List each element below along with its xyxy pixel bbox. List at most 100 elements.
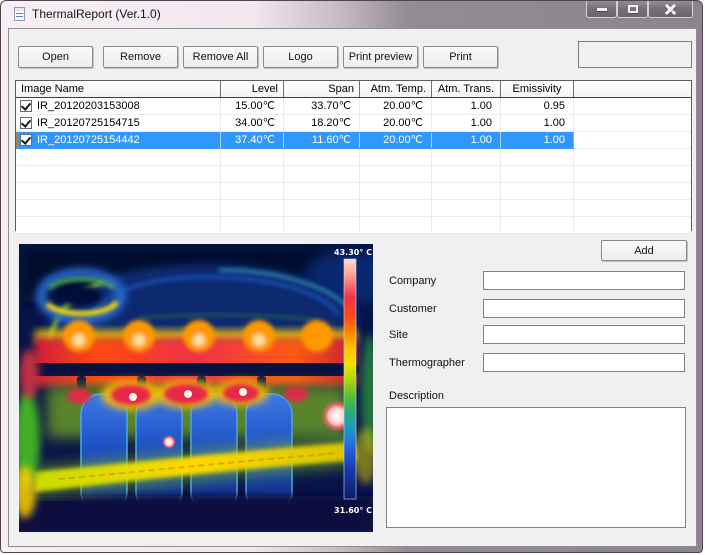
row-filler — [574, 200, 691, 217]
empty-table-row[interactable] — [16, 217, 691, 234]
atm-trans-cell: 1.00 — [432, 115, 501, 132]
client-area: Open Remove Remove All Logo Print previe… — [8, 28, 697, 547]
empty-cell — [501, 217, 574, 234]
site-field[interactable] — [483, 325, 685, 344]
emissivity-cell: 1.00 — [501, 132, 574, 149]
empty-cell — [360, 149, 432, 166]
column-header-level[interactable]: Level — [221, 81, 284, 97]
customer-label: Customer — [389, 303, 437, 315]
app-icon — [14, 7, 25, 21]
empty-row-main — [16, 200, 574, 217]
maximize-button[interactable] — [617, 1, 648, 18]
remove-all-button[interactable]: Remove All — [183, 46, 258, 68]
empty-cell — [221, 200, 284, 217]
column-header-filler — [574, 81, 691, 97]
empty-cell — [221, 217, 284, 234]
column-header-span[interactable]: Span — [284, 81, 360, 97]
column-header-atm-temp[interactable]: Atm. Temp. — [360, 81, 432, 97]
scale-max-label: 43.30° C — [334, 248, 372, 257]
print-preview-button[interactable]: Print preview — [343, 46, 418, 68]
level-cell: 37.40℃ — [221, 132, 284, 149]
atm-temp-cell: 20.00℃ — [360, 132, 432, 149]
empty-cell — [432, 166, 501, 183]
row-filler — [574, 217, 691, 234]
logo-preview-box — [578, 41, 692, 68]
empty-cell — [16, 183, 221, 200]
empty-cell — [501, 200, 574, 217]
row-checkbox[interactable] — [20, 117, 32, 129]
level-cell: 34.00℃ — [221, 115, 284, 132]
span-cell: 33.70℃ — [284, 98, 360, 115]
empty-cell — [284, 200, 360, 217]
empty-cell — [432, 200, 501, 217]
empty-row-main — [16, 217, 574, 234]
span-cell: 11.60℃ — [284, 132, 360, 149]
thermal-image-canvas: 43.30° C 31.60° C — [19, 244, 373, 532]
row-filler — [574, 183, 691, 200]
empty-cell — [360, 217, 432, 234]
empty-table-row[interactable] — [16, 149, 691, 166]
column-header-image-name[interactable]: Image Name — [16, 81, 221, 97]
minimize-button[interactable] — [586, 1, 617, 18]
table-row-main[interactable]: IR_2012072515444237.40℃11.60℃20.00℃1.001… — [16, 132, 574, 149]
row-checkbox[interactable] — [20, 100, 32, 112]
empty-row-main — [16, 149, 574, 166]
empty-cell — [432, 217, 501, 234]
temperature-scale-bar — [344, 259, 356, 499]
row-filler — [574, 98, 691, 115]
empty-table-row[interactable] — [16, 166, 691, 183]
span-cell: 18.20℃ — [284, 115, 360, 132]
print-button[interactable]: Print — [423, 46, 498, 68]
image-list-table: Image Name Level Span Atm. Temp. Atm. Tr… — [15, 80, 692, 231]
empty-cell — [284, 166, 360, 183]
thermographer-label: Thermographer — [389, 357, 465, 369]
add-button[interactable]: Add — [601, 240, 687, 261]
empty-cell — [432, 183, 501, 200]
table-body: IR_2012020315300815.00℃33.70℃20.00℃1.000… — [16, 98, 691, 234]
scale-min-label: 31.60° C — [334, 506, 372, 515]
logo-button[interactable]: Logo — [263, 46, 338, 68]
empty-cell — [501, 166, 574, 183]
close-button[interactable] — [648, 1, 693, 18]
row-filler — [574, 166, 691, 183]
empty-table-row[interactable] — [16, 183, 691, 200]
title-bar[interactable]: ThermalReport (Ver.1.0) — [1, 1, 702, 28]
emissivity-cell: 1.00 — [501, 115, 574, 132]
column-header-atm-trans[interactable]: Atm. Trans. — [432, 81, 501, 97]
window-controls — [586, 1, 693, 18]
empty-cell — [16, 149, 221, 166]
empty-cell — [284, 217, 360, 234]
empty-cell — [501, 149, 574, 166]
open-button[interactable]: Open — [18, 46, 93, 68]
empty-row-main — [16, 183, 574, 200]
empty-cell — [221, 149, 284, 166]
table-row-main[interactable]: IR_2012020315300815.00℃33.70℃20.00℃1.000… — [16, 98, 574, 115]
empty-cell — [432, 149, 501, 166]
table-row[interactable]: IR_2012072515444237.40℃11.60℃20.00℃1.001… — [16, 132, 691, 149]
table-row-main[interactable]: IR_2012072515471534.00℃18.20℃20.00℃1.001… — [16, 115, 574, 132]
empty-row-main — [16, 166, 574, 183]
empty-cell — [16, 217, 221, 234]
empty-cell — [360, 200, 432, 217]
empty-table-row[interactable] — [16, 200, 691, 217]
minimize-icon — [597, 8, 607, 11]
row-checkbox[interactable] — [20, 134, 32, 146]
row-filler — [574, 115, 691, 132]
remove-button[interactable]: Remove — [103, 46, 178, 68]
empty-cell — [221, 183, 284, 200]
image-name-text: IR_20120725154442 — [37, 132, 140, 148]
image-name-cell: IR_20120203153008 — [16, 98, 221, 115]
company-field[interactable] — [483, 271, 685, 290]
row-filler — [574, 149, 691, 166]
column-header-emissivity[interactable]: Emissivity — [501, 81, 574, 97]
thermographer-field[interactable] — [483, 353, 685, 372]
empty-cell — [284, 183, 360, 200]
description-field[interactable] — [386, 407, 686, 528]
table-row[interactable]: IR_2012020315300815.00℃33.70℃20.00℃1.000… — [16, 98, 691, 115]
table-row[interactable]: IR_2012072515471534.00℃18.20℃20.00℃1.001… — [16, 115, 691, 132]
table-header[interactable]: Image Name Level Span Atm. Temp. Atm. Tr… — [16, 81, 691, 98]
customer-field[interactable] — [483, 299, 685, 318]
empty-cell — [360, 183, 432, 200]
image-name-cell: IR_20120725154442 — [16, 132, 221, 149]
empty-cell — [16, 166, 221, 183]
